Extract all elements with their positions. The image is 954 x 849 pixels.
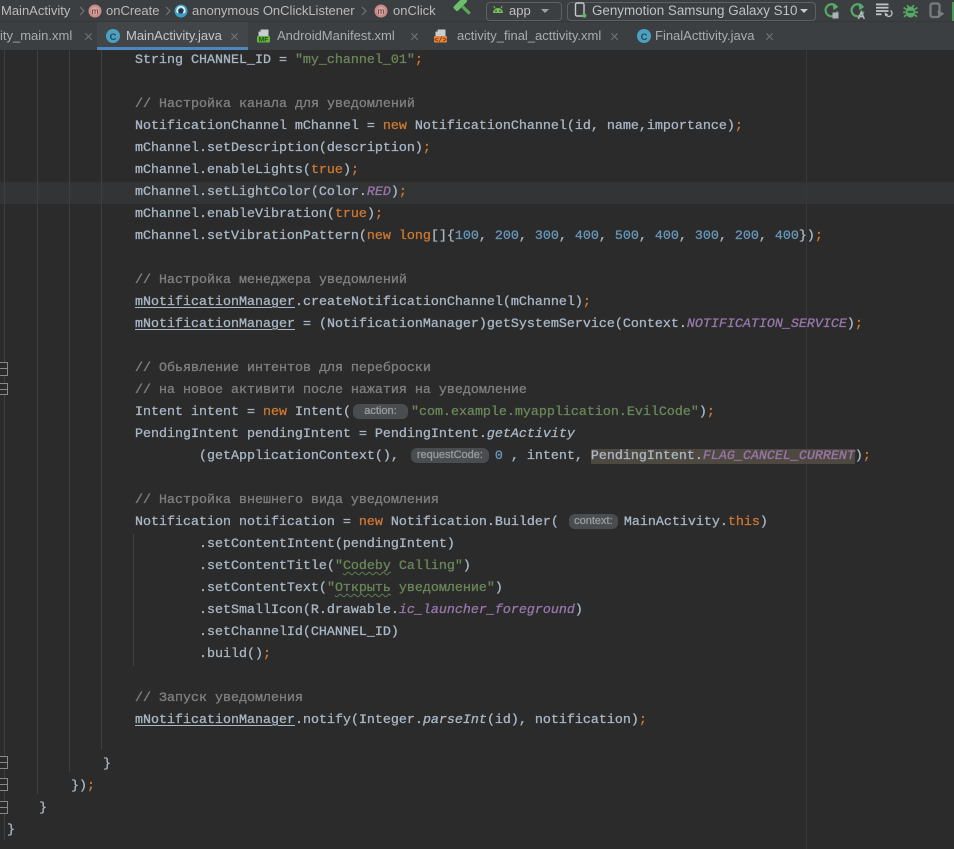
svg-text:C: C [641, 32, 648, 43]
svg-text:MF: MF [259, 37, 268, 44]
svg-text:C: C [110, 32, 117, 43]
svg-text:</>: </> [434, 37, 447, 44]
svg-text:m: m [91, 6, 98, 16]
svg-text:m: m [377, 6, 384, 16]
